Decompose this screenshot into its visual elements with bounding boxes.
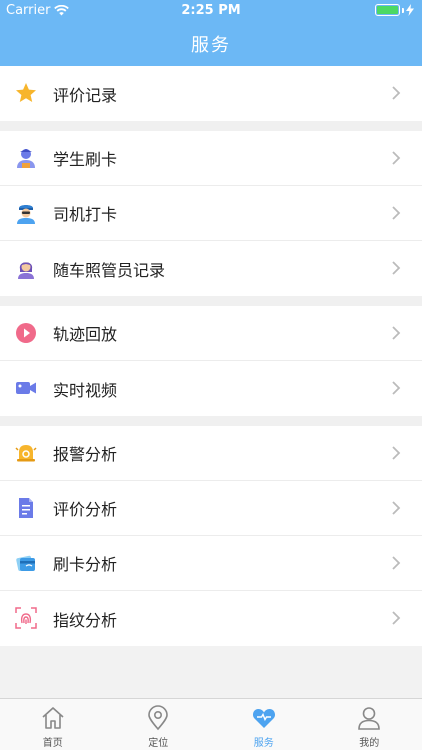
menu-item-evaluation-records[interactable]: 评价记录 xyxy=(0,66,422,121)
chevron-right-icon xyxy=(392,446,401,460)
chevron-right-icon xyxy=(392,326,401,340)
tab-label: 服务 xyxy=(253,738,274,749)
tab-home[interactable]: 首页 xyxy=(0,699,106,750)
attendant-icon xyxy=(18,262,34,279)
charging-bolt-icon xyxy=(406,4,414,16)
menu-item-attendant-records[interactable]: 随车照管员记录 xyxy=(0,241,422,296)
home-icon xyxy=(42,707,64,729)
menu-item-label: 评价记录 xyxy=(53,85,118,105)
tab-services[interactable]: 服务 xyxy=(211,699,317,750)
chevron-right-icon xyxy=(392,381,401,395)
tab-label: 我的 xyxy=(359,738,380,749)
profile-icon xyxy=(358,707,381,730)
menu-item-label: 实时视频 xyxy=(53,380,118,400)
menu-group: 评价记录 xyxy=(0,66,422,121)
heart-icon xyxy=(252,709,275,728)
service-list: 评价记录 学生刷卡 司机打卡 随车照管员记录 轨迹回放 实时视频 报警分析 评价… xyxy=(0,66,422,646)
chevron-right-icon xyxy=(392,261,401,275)
app-screen: Carrier 2:25 PM 服务 评价记录 学生刷卡 司机打卡 随车照管员记… xyxy=(0,0,422,750)
menu-item-label: 司机打卡 xyxy=(53,205,118,224)
menu-item-fingerprint-analysis[interactable]: 指纹分析 xyxy=(0,591,422,646)
section-divider xyxy=(0,416,422,426)
menu-item-live-video[interactable]: 实时视频 xyxy=(0,361,422,416)
menu-group: 轨迹回放 实时视频 xyxy=(0,306,422,416)
menu-item-driver-check-in[interactable]: 司机打卡 xyxy=(0,186,422,241)
header: Carrier 2:25 PM 服务 xyxy=(0,0,422,66)
card-swipe-icon xyxy=(16,555,35,571)
alarm-bell-icon xyxy=(15,445,37,462)
battery-icon xyxy=(375,4,414,16)
menu-item-evaluation-analysis[interactable]: 评价分析 xyxy=(0,481,422,536)
video-camera-icon xyxy=(16,382,36,394)
tab-label: 首页 xyxy=(42,738,63,749)
menu-item-label: 报警分析 xyxy=(53,445,118,464)
menu-group: 报警分析 评价分析 刷卡分析 指纹分析 xyxy=(0,426,422,646)
status-time: 2:25 PM xyxy=(181,3,241,18)
menu-item-label: 刷卡分析 xyxy=(53,555,118,574)
menu-item-alarm-analysis[interactable]: 报警分析 xyxy=(0,426,422,481)
menu-item-student-card-swipe[interactable]: 学生刷卡 xyxy=(0,131,422,186)
menu-item-track-playback[interactable]: 轨迹回放 xyxy=(0,306,422,361)
chevron-right-icon xyxy=(392,206,401,220)
chevron-right-icon xyxy=(392,151,401,165)
chevron-right-icon xyxy=(392,501,401,515)
status-bar: Carrier 2:25 PM xyxy=(0,0,422,22)
menu-item-label: 评价分析 xyxy=(53,500,118,519)
tab-bar: 首页 定位 服务 我的 xyxy=(0,698,422,750)
section-divider xyxy=(0,121,422,131)
tab-location[interactable]: 定位 xyxy=(106,699,212,750)
menu-item-label: 轨迹回放 xyxy=(53,325,118,344)
star-icon xyxy=(16,83,36,102)
fingerprint-icon xyxy=(15,607,37,629)
menu-item-label: 随车照管员记录 xyxy=(53,260,166,280)
chevron-right-icon xyxy=(392,86,401,100)
student-icon xyxy=(17,149,35,168)
tab-profile[interactable]: 我的 xyxy=(317,699,422,750)
driver-icon xyxy=(17,205,35,224)
chevron-right-icon xyxy=(392,556,401,570)
page-title: 服务 xyxy=(191,35,231,56)
location-pin-icon xyxy=(148,705,169,731)
menu-group: 学生刷卡 司机打卡 随车照管员记录 xyxy=(0,131,422,296)
play-icon xyxy=(16,323,36,343)
chevron-right-icon xyxy=(392,611,401,625)
tab-label: 定位 xyxy=(148,738,169,749)
document-edit-icon xyxy=(19,498,33,518)
menu-item-card-swipe-analysis[interactable]: 刷卡分析 xyxy=(0,536,422,591)
section-divider xyxy=(0,296,422,306)
menu-item-label: 学生刷卡 xyxy=(53,150,118,169)
menu-item-label: 指纹分析 xyxy=(53,610,118,630)
